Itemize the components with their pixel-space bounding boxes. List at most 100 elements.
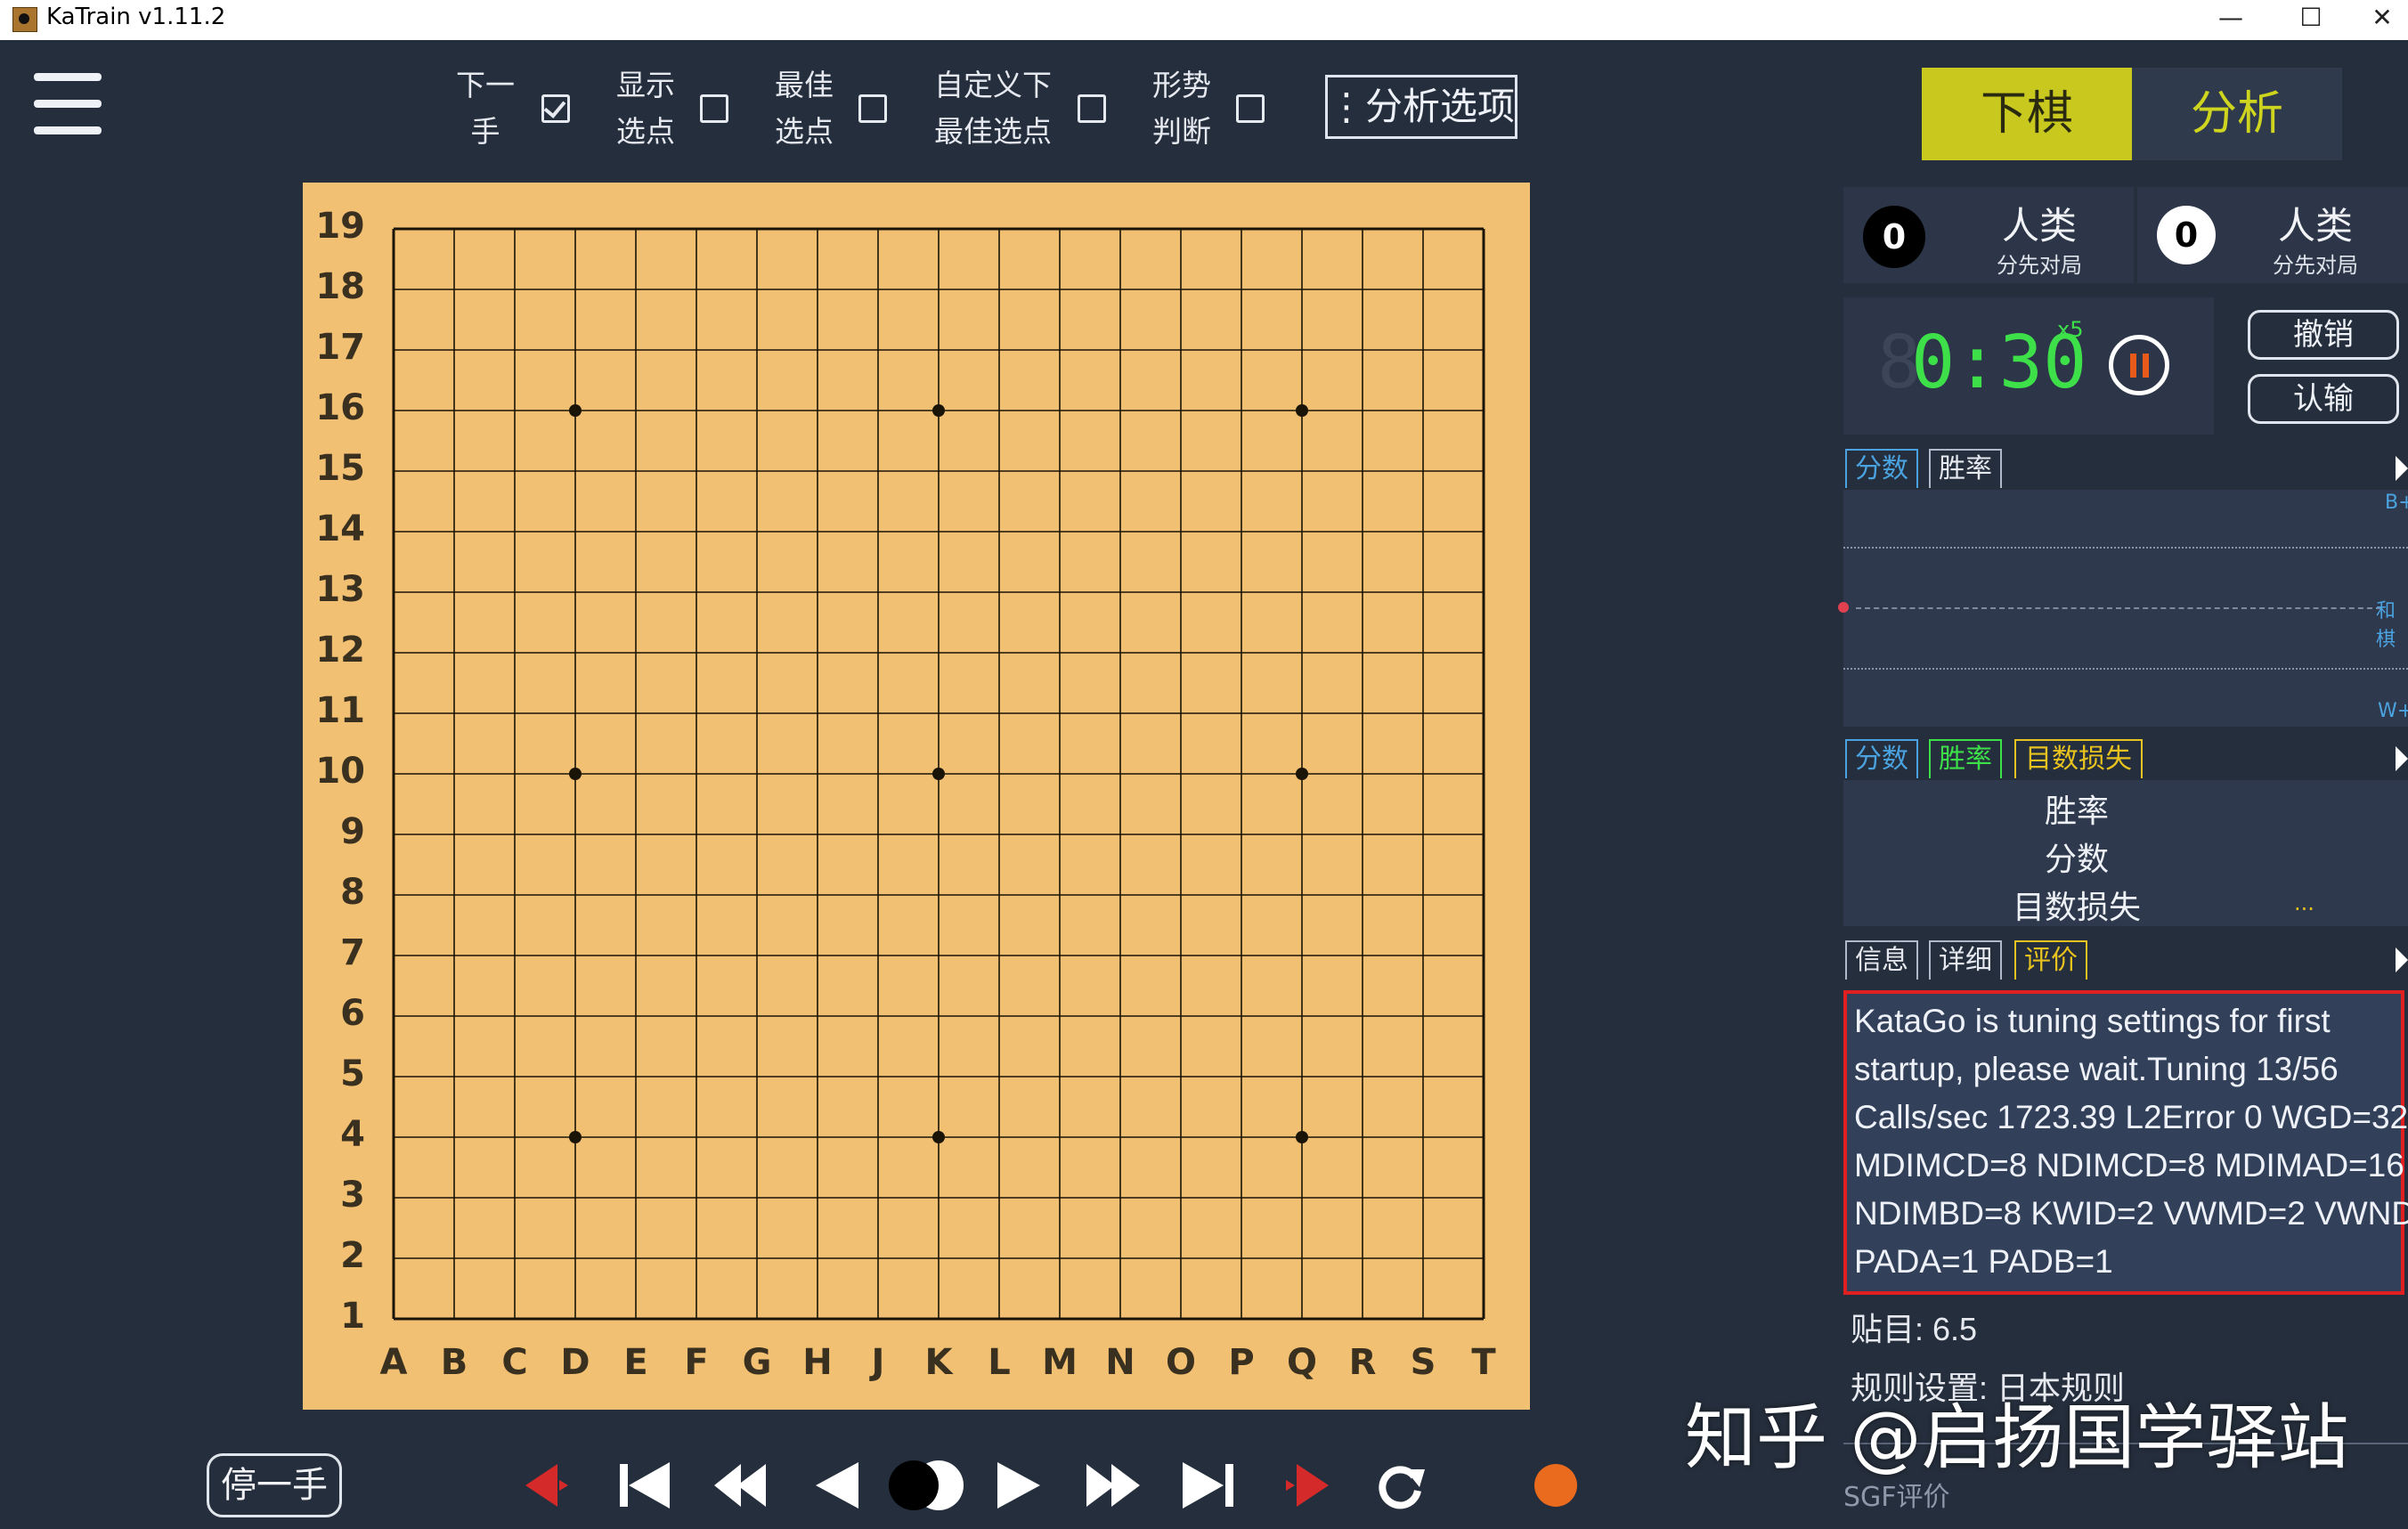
hamburger-menu-icon[interactable] xyxy=(27,66,107,146)
graph-expand-icon[interactable] xyxy=(2396,456,2408,481)
mode-analyze-button[interactable]: 分析 xyxy=(2132,68,2342,160)
column-coordinate: T xyxy=(1471,1342,1496,1383)
player-black-card[interactable]: 0 人类 分先对局 xyxy=(1843,187,2134,283)
row-coordinate: 12 xyxy=(315,630,365,671)
row-coordinate: 1 xyxy=(340,1296,365,1337)
stone-toggle-icon[interactable] xyxy=(887,1457,967,1514)
stats-expand-icon[interactable] xyxy=(2396,746,2408,771)
tab-evaluation[interactable]: 评价 xyxy=(2014,940,2087,980)
maximize-button[interactable]: ☐ xyxy=(2280,0,2342,40)
prev-mistake-icon[interactable] xyxy=(518,1457,581,1514)
forward-ten-icon[interactable] xyxy=(1081,1457,1143,1514)
info-line: Calls/sec 1723.39 L2Error 0 WGD=32 xyxy=(1854,1099,2408,1135)
tab-info[interactable]: 信息 xyxy=(1845,940,1918,980)
white-stone-icon: 0 xyxy=(2157,206,2216,264)
minimize-button[interactable]: — xyxy=(2200,0,2262,40)
close-button[interactable]: ✕ xyxy=(2351,0,2408,40)
stats-panel: 胜率 分数 目数损失 ... xyxy=(1843,780,2408,926)
player-white-name: 人类 xyxy=(2277,204,2353,248)
toggle-show-moves-checkbox[interactable] xyxy=(700,94,728,123)
tab-stats-score[interactable]: 分数 xyxy=(1845,739,1918,778)
info-expand-icon[interactable] xyxy=(2396,947,2408,972)
graph-label-black: B+ xyxy=(2385,492,2408,514)
toggle-position-eval-label: 形势 判断 xyxy=(1152,68,1211,149)
player-black-type: 分先对局 xyxy=(1997,253,2082,278)
last-move-icon[interactable] xyxy=(1177,1457,1240,1514)
row-coordinate: 4 xyxy=(340,1114,365,1155)
column-coordinate: M xyxy=(1042,1342,1078,1383)
row-coordinate: 18 xyxy=(315,266,365,307)
star-point xyxy=(1296,404,1308,417)
komi-text: 贴目: 6.5 xyxy=(1851,1311,1978,1347)
info-line: KataGo is tuning settings for first xyxy=(1854,1003,2331,1039)
row-coordinate: 6 xyxy=(340,993,365,1034)
score-graph: B+ 和棋 W+ xyxy=(1838,490,2408,727)
star-point xyxy=(569,404,582,417)
forward-one-icon[interactable] xyxy=(987,1457,1049,1514)
column-coordinate: J xyxy=(871,1342,885,1383)
back-one-icon[interactable] xyxy=(807,1457,869,1514)
first-move-icon[interactable] xyxy=(614,1457,677,1514)
row-coordinate: 16 xyxy=(315,387,365,428)
star-point xyxy=(932,1131,945,1143)
toggle-best-moves-label: 最佳 选点 xyxy=(775,68,834,149)
column-coordinate: D xyxy=(560,1342,590,1383)
player-black-name: 人类 xyxy=(2001,204,2077,248)
row-coordinate: 14 xyxy=(315,508,365,549)
star-point xyxy=(569,1131,582,1143)
row-coordinate: 8 xyxy=(340,872,365,913)
tab-graph-winrate[interactable]: 胜率 xyxy=(1929,449,2002,488)
star-point xyxy=(1296,768,1308,780)
toggle-next-move-label: 下一 手 xyxy=(456,68,515,149)
engine-info-box: KataGo is tuning settings for first star… xyxy=(1843,990,2408,1295)
back-ten-icon[interactable] xyxy=(711,1457,773,1514)
column-coordinate: A xyxy=(379,1342,408,1383)
board-grid[interactable] xyxy=(303,183,1530,1410)
star-point xyxy=(932,404,945,417)
graph-label-even: 和棋 xyxy=(2376,600,2396,651)
resign-button[interactable]: 认输 xyxy=(2248,374,2399,424)
column-coordinate: O xyxy=(1165,1342,1196,1383)
undo-button[interactable]: 撤销 xyxy=(2248,310,2399,360)
mode-play-button[interactable]: 下棋 xyxy=(1922,68,2132,160)
info-line: startup, please wait.Tuning 13/56 xyxy=(1854,1051,2339,1087)
star-point xyxy=(569,768,582,780)
column-coordinate: B xyxy=(440,1342,468,1383)
toggle-next-move-checkbox[interactable] xyxy=(541,94,570,123)
pass-button[interactable]: 停一手 xyxy=(207,1453,342,1517)
go-board[interactable]: 19 18 17 16 15 14 13 12 11 10 9 8 7 6 5 4 3 2 1 A B C D E F G H J K L… xyxy=(303,183,1530,1410)
player-white-type: 分先对局 xyxy=(2273,253,2358,278)
rotate-icon[interactable] xyxy=(1370,1457,1432,1514)
player-white-card[interactable]: 0 人类 分先对局 xyxy=(2137,187,2408,283)
row-coordinate: 17 xyxy=(315,327,365,368)
toggle-custom-best-label: 自定义下 最佳选点 xyxy=(934,68,1052,149)
window-titlebar: KaTrain v1.11.2 — ☐ ✕ xyxy=(0,0,2408,40)
toggle-best-moves-checkbox[interactable] xyxy=(858,94,887,123)
toggle-position-eval-checkbox[interactable] xyxy=(1236,94,1265,123)
star-point xyxy=(1296,1131,1308,1143)
timer-multiplier: x5 xyxy=(2057,317,2084,342)
graph-line-bottom xyxy=(1843,668,2408,670)
analysis-options-button[interactable]: ⋮分析选项 xyxy=(1325,75,1517,139)
tab-graph-score[interactable]: 分数 xyxy=(1845,449,1918,488)
column-coordinate: G xyxy=(742,1342,772,1383)
graph-current-point xyxy=(1838,602,1849,613)
column-coordinate: H xyxy=(802,1342,833,1383)
pause-icon[interactable] xyxy=(2109,335,2169,395)
graph-line-top xyxy=(1843,547,2408,549)
engine-status-icon[interactable] xyxy=(1525,1457,1587,1514)
column-coordinate: S xyxy=(1410,1342,1436,1383)
row-coordinate: 5 xyxy=(340,1053,365,1094)
tab-details[interactable]: 详细 xyxy=(1929,940,2002,980)
app-icon xyxy=(12,7,37,32)
column-coordinate: E xyxy=(623,1342,648,1383)
tab-stats-winrate[interactable]: 胜率 xyxy=(1929,739,2002,778)
row-coordinate: 10 xyxy=(315,751,365,792)
row-coordinate: 9 xyxy=(340,811,365,852)
graph-line-mid xyxy=(1856,607,2381,609)
next-mistake-icon[interactable] xyxy=(1273,1457,1336,1514)
toggle-custom-best-checkbox[interactable] xyxy=(1078,94,1106,123)
column-coordinate: P xyxy=(1228,1342,1255,1383)
tab-stats-points-lost[interactable]: 目数损失 xyxy=(2014,739,2143,778)
row-coordinate: 3 xyxy=(340,1175,365,1216)
